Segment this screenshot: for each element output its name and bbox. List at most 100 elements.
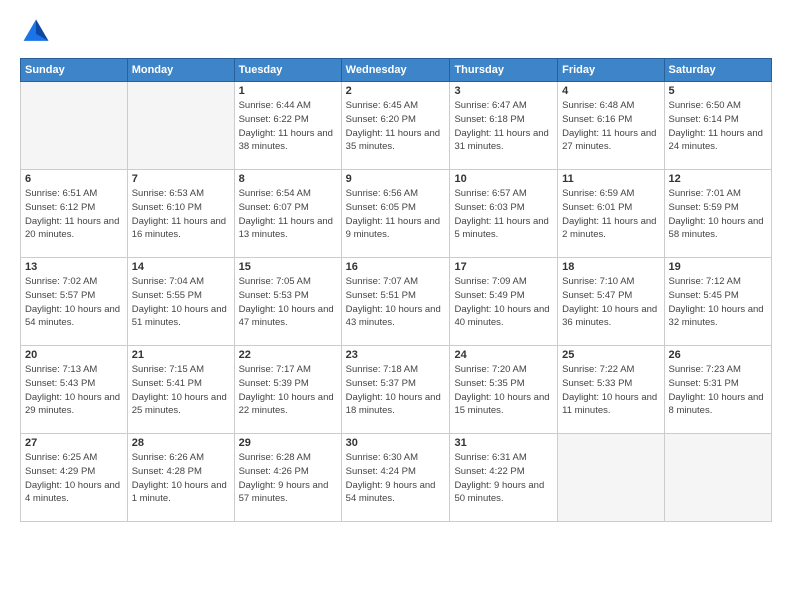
day-number: 4 <box>562 85 659 97</box>
calendar-cell: 11 Sunrise: 6:59 AMSunset: 6:01 PMDayligh… <box>558 170 664 258</box>
day-info: Sunrise: 6:57 AMSunset: 6:03 PMDaylight:… <box>454 187 553 242</box>
page: SundayMondayTuesdayWednesdayThursdayFrid… <box>0 0 792 612</box>
day-info: Sunrise: 7:12 AMSunset: 5:45 PMDaylight:… <box>669 275 767 330</box>
day-number: 19 <box>669 261 767 273</box>
day-number: 25 <box>562 349 659 361</box>
calendar-cell: 15 Sunrise: 7:05 AMSunset: 5:53 PMDayligh… <box>234 258 341 346</box>
calendar-cell: 18 Sunrise: 7:10 AMSunset: 5:47 PMDayligh… <box>558 258 664 346</box>
calendar-week-0: 1 Sunrise: 6:44 AMSunset: 6:22 PMDaylight… <box>21 82 772 170</box>
day-number: 24 <box>454 349 553 361</box>
day-number: 3 <box>454 85 553 97</box>
calendar-cell: 12 Sunrise: 7:01 AMSunset: 5:59 PMDayligh… <box>664 170 771 258</box>
calendar-cell: 27 Sunrise: 6:25 AMSunset: 4:29 PMDayligh… <box>21 434 128 522</box>
day-number: 8 <box>239 173 337 185</box>
day-info: Sunrise: 6:50 AMSunset: 6:14 PMDaylight:… <box>669 99 767 154</box>
day-info: Sunrise: 7:05 AMSunset: 5:53 PMDaylight:… <box>239 275 337 330</box>
day-number: 21 <box>132 349 230 361</box>
day-info: Sunrise: 7:18 AMSunset: 5:37 PMDaylight:… <box>346 363 446 418</box>
calendar-cell: 29 Sunrise: 6:28 AMSunset: 4:26 PMDayligh… <box>234 434 341 522</box>
calendar-cell: 4 Sunrise: 6:48 AMSunset: 6:16 PMDaylight… <box>558 82 664 170</box>
calendar-cell: 22 Sunrise: 7:17 AMSunset: 5:39 PMDayligh… <box>234 346 341 434</box>
day-number: 30 <box>346 437 446 449</box>
day-number: 23 <box>346 349 446 361</box>
calendar-cell: 31Sunrise: 6:31 AMSunset: 4:22 PMDayligh… <box>450 434 558 522</box>
calendar-cell: 5 Sunrise: 6:50 AMSunset: 6:14 PMDaylight… <box>664 82 771 170</box>
calendar-table: SundayMondayTuesdayWednesdayThursdayFrid… <box>20 58 772 522</box>
day-info: Sunrise: 6:53 AMSunset: 6:10 PMDaylight:… <box>132 187 230 242</box>
day-number: 14 <box>132 261 230 273</box>
calendar-cell: 16Sunrise: 7:07 AMSunset: 5:51 PMDayligh… <box>341 258 450 346</box>
day-number: 27 <box>25 437 123 449</box>
day-info: Sunrise: 7:22 AMSunset: 5:33 PMDaylight:… <box>562 363 659 418</box>
day-info: Sunrise: 7:02 AMSunset: 5:57 PMDaylight:… <box>25 275 123 330</box>
calendar-week-4: 27 Sunrise: 6:25 AMSunset: 4:29 PMDayligh… <box>21 434 772 522</box>
calendar-cell: 19 Sunrise: 7:12 AMSunset: 5:45 PMDayligh… <box>664 258 771 346</box>
day-number: 17 <box>454 261 553 273</box>
calendar-cell: 7 Sunrise: 6:53 AMSunset: 6:10 PMDaylight… <box>127 170 234 258</box>
day-info: Sunrise: 6:59 AMSunset: 6:01 PMDaylight:… <box>562 187 659 242</box>
day-info: Sunrise: 6:44 AMSunset: 6:22 PMDaylight:… <box>239 99 337 154</box>
day-info: Sunrise: 6:26 AMSunset: 4:28 PMDaylight:… <box>132 451 230 506</box>
day-number: 31 <box>454 437 553 449</box>
day-info: Sunrise: 7:13 AMSunset: 5:43 PMDaylight:… <box>25 363 123 418</box>
day-info: Sunrise: 6:25 AMSunset: 4:29 PMDaylight:… <box>25 451 123 506</box>
day-number: 7 <box>132 173 230 185</box>
day-number: 12 <box>669 173 767 185</box>
calendar-week-2: 13 Sunrise: 7:02 AMSunset: 5:57 PMDayligh… <box>21 258 772 346</box>
day-header-tuesday: Tuesday <box>234 59 341 82</box>
day-number: 28 <box>132 437 230 449</box>
day-info: Sunrise: 7:04 AMSunset: 5:55 PMDaylight:… <box>132 275 230 330</box>
calendar-cell: 10 Sunrise: 6:57 AMSunset: 6:03 PMDayligh… <box>450 170 558 258</box>
calendar-cell <box>21 82 128 170</box>
calendar-cell: 3Sunrise: 6:47 AMSunset: 6:18 PMDaylight… <box>450 82 558 170</box>
calendar-cell: 21 Sunrise: 7:15 AMSunset: 5:41 PMDayligh… <box>127 346 234 434</box>
day-info: Sunrise: 6:45 AMSunset: 6:20 PMDaylight:… <box>346 99 446 154</box>
calendar-header-row: SundayMondayTuesdayWednesdayThursdayFrid… <box>21 59 772 82</box>
day-header-monday: Monday <box>127 59 234 82</box>
calendar-cell <box>127 82 234 170</box>
day-number: 22 <box>239 349 337 361</box>
day-header-friday: Friday <box>558 59 664 82</box>
calendar-cell: 14 Sunrise: 7:04 AMSunset: 5:55 PMDayligh… <box>127 258 234 346</box>
day-number: 26 <box>669 349 767 361</box>
day-number: 29 <box>239 437 337 449</box>
calendar-cell: 20Sunrise: 7:13 AMSunset: 5:43 PMDayligh… <box>21 346 128 434</box>
calendar-cell: 24 Sunrise: 7:20 AMSunset: 5:35 PMDayligh… <box>450 346 558 434</box>
calendar-cell: 8Sunrise: 6:54 AMSunset: 6:07 PMDaylight… <box>234 170 341 258</box>
day-info: Sunrise: 7:20 AMSunset: 5:35 PMDaylight:… <box>454 363 553 418</box>
calendar-cell <box>558 434 664 522</box>
day-info: Sunrise: 6:56 AMSunset: 6:05 PMDaylight:… <box>346 187 446 242</box>
day-info: Sunrise: 6:51 AMSunset: 6:12 PMDaylight:… <box>25 187 123 242</box>
day-number: 11 <box>562 173 659 185</box>
calendar-cell: 2 Sunrise: 6:45 AMSunset: 6:20 PMDaylight… <box>341 82 450 170</box>
day-header-saturday: Saturday <box>664 59 771 82</box>
calendar-cell: 9Sunrise: 6:56 AMSunset: 6:05 PMDaylight… <box>341 170 450 258</box>
day-number: 10 <box>454 173 553 185</box>
day-info: Sunrise: 6:48 AMSunset: 6:16 PMDaylight:… <box>562 99 659 154</box>
day-number: 1 <box>239 85 337 97</box>
calendar-week-1: 6Sunrise: 6:51 AMSunset: 6:12 PMDaylight… <box>21 170 772 258</box>
day-info: Sunrise: 7:10 AMSunset: 5:47 PMDaylight:… <box>562 275 659 330</box>
calendar-cell <box>664 434 771 522</box>
calendar-cell: 17 Sunrise: 7:09 AMSunset: 5:49 PMDayligh… <box>450 258 558 346</box>
calendar-cell: 26 Sunrise: 7:23 AMSunset: 5:31 PMDayligh… <box>664 346 771 434</box>
day-header-sunday: Sunday <box>21 59 128 82</box>
logo-icon <box>20 16 52 48</box>
day-info: Sunrise: 7:23 AMSunset: 5:31 PMDaylight:… <box>669 363 767 418</box>
calendar-cell: 6Sunrise: 6:51 AMSunset: 6:12 PMDaylight… <box>21 170 128 258</box>
calendar-cell: 13 Sunrise: 7:02 AMSunset: 5:57 PMDayligh… <box>21 258 128 346</box>
day-info: Sunrise: 6:28 AMSunset: 4:26 PMDaylight:… <box>239 451 337 506</box>
day-number: 18 <box>562 261 659 273</box>
calendar-cell: 30Sunrise: 6:30 AMSunset: 4:24 PMDayligh… <box>341 434 450 522</box>
calendar-cell: 28 Sunrise: 6:26 AMSunset: 4:28 PMDayligh… <box>127 434 234 522</box>
day-number: 5 <box>669 85 767 97</box>
day-info: Sunrise: 7:01 AMSunset: 5:59 PMDaylight:… <box>669 187 767 242</box>
day-info: Sunrise: 7:17 AMSunset: 5:39 PMDaylight:… <box>239 363 337 418</box>
day-number: 13 <box>25 261 123 273</box>
day-number: 15 <box>239 261 337 273</box>
day-header-wednesday: Wednesday <box>341 59 450 82</box>
header <box>20 16 772 48</box>
day-info: Sunrise: 7:09 AMSunset: 5:49 PMDaylight:… <box>454 275 553 330</box>
day-number: 2 <box>346 85 446 97</box>
day-info: Sunrise: 7:15 AMSunset: 5:41 PMDaylight:… <box>132 363 230 418</box>
